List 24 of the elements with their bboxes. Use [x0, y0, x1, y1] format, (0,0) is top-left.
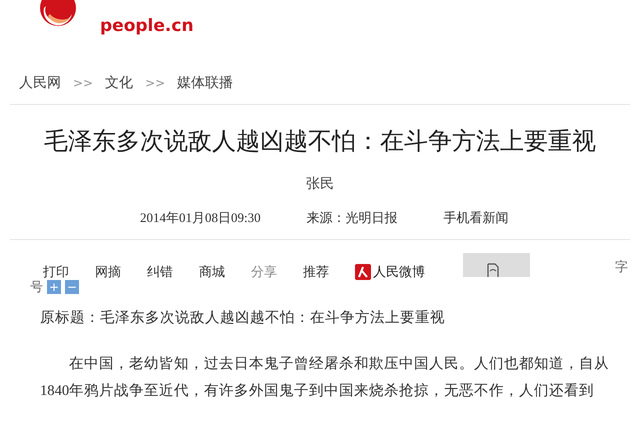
article-author: 张民	[305, 176, 335, 193]
breadcrumb-link[interactable]: 媒体联播	[177, 74, 234, 92]
article-title: 毛泽东多次说敌人越凶越不怕：在斗争方法上要重视	[43, 128, 597, 157]
mobile-news-link[interactable]: 手机看新闻	[444, 209, 509, 227]
breadcrumb-link[interactable]: 人民网	[19, 74, 61, 92]
article-paragraph: 在中国，老幼皆知，过去日本鬼子曾经屠杀和欺压中国人民。人们也都知道，自从1840年鸦片战争至近代，有许多外国鬼子到中国来烧杀抢掠，无恶不作，人们还看到	[40, 355, 610, 401]
font-size-label: 号	[30, 278, 43, 296]
toolbar-link[interactable]: 纠错	[147, 263, 173, 281]
font-size-label: 字	[615, 258, 628, 276]
article-source: 来源：光明日报	[306, 209, 398, 227]
weibo-link[interactable]: 人民微博	[373, 263, 425, 281]
breadcrumb-separator: >>	[73, 76, 94, 90]
original-title: 原标题：毛泽东多次说敌人越凶越不怕：在斗争方法上要重视	[40, 308, 446, 327]
breadcrumb-separator: >>	[145, 76, 166, 90]
toolbar-link[interactable]: 网摘	[95, 263, 121, 281]
toolbar-link[interactable]: 推荐	[303, 263, 329, 281]
publish-date: 2014年01月08日09:30	[140, 209, 261, 227]
logo-text[interactable]: people.cn	[100, 16, 194, 36]
weibo-logo-icon[interactable]	[355, 264, 371, 280]
share-widget[interactable]	[463, 253, 530, 277]
toolbar-link[interactable]: 商城	[199, 263, 225, 281]
breadcrumb-link[interactable]: 文化	[105, 74, 134, 92]
toolbar-link[interactable]: 打印	[43, 263, 69, 281]
document-icon	[487, 263, 499, 277]
